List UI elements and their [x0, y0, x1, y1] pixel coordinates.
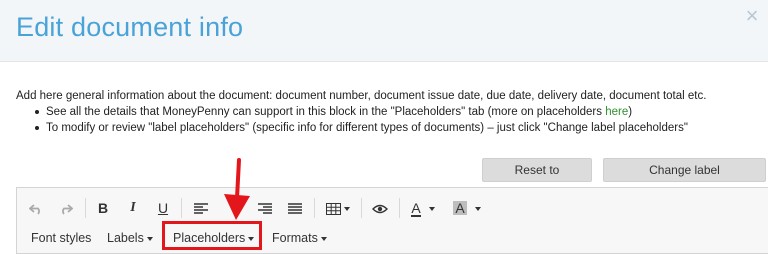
preview-eye-icon[interactable]: [369, 196, 391, 220]
menu-labels-label: Labels: [107, 231, 144, 245]
font-color-letter: A: [411, 200, 421, 217]
background-color-button[interactable]: A: [449, 196, 485, 220]
toolbar-divider: [85, 198, 86, 218]
dialog-header: Edit document info ×: [0, 0, 768, 62]
chevron-down-icon: [146, 236, 153, 241]
redo-icon[interactable]: [55, 196, 77, 220]
menu-font-styles-label: Font styles: [31, 231, 92, 245]
menu-font-styles[interactable]: Font styles: [31, 226, 91, 250]
toolbar-divider: [361, 198, 362, 218]
chevron-down-icon: [428, 207, 435, 212]
reset-to-defaults-button[interactable]: Reset to defaults: [482, 158, 592, 199]
rich-text-editor: B I U A A Font styles Labels Placeholder…: [16, 187, 768, 254]
intro-bullet-labels: To modify or review "label placeholders"…: [34, 120, 706, 136]
menu-formats-label: Formats: [272, 231, 318, 245]
font-color-button[interactable]: A: [405, 196, 441, 220]
intro-text: Add here general information about the d…: [16, 90, 707, 102]
align-justify-icon[interactable]: [285, 196, 305, 220]
undo-icon[interactable]: [25, 196, 47, 220]
toolbar-divider: [314, 198, 315, 218]
chevron-down-icon: [320, 236, 327, 241]
bullet-text-prefix: See all the details that MoneyPenny can …: [46, 106, 606, 118]
intro-bullet-placeholders: See all the details that MoneyPenny can …: [34, 104, 706, 120]
menu-formats[interactable]: Formats: [272, 226, 327, 250]
change-label-placeholders-button[interactable]: Change label placeholders: [603, 158, 766, 199]
intro-bullets: See all the details that MoneyPenny can …: [34, 104, 706, 136]
editor-toolbar: B I U A A: [17, 196, 768, 220]
chevron-down-icon: [248, 236, 255, 241]
chevron-down-icon: [474, 207, 481, 212]
bg-color-letter: A: [453, 200, 467, 216]
intro-block: Add here general information about the d…: [16, 88, 706, 136]
align-left-icon[interactable]: [191, 196, 211, 220]
editor-menu-bar: Font styles Labels Placeholders Formats: [17, 226, 768, 250]
table-icon[interactable]: [323, 196, 353, 220]
italic-button[interactable]: I: [123, 196, 143, 220]
underline-button[interactable]: U: [153, 196, 173, 220]
toolbar-divider: [399, 198, 400, 218]
close-icon[interactable]: ×: [742, 5, 762, 27]
placeholders-help-link[interactable]: here: [605, 106, 628, 118]
bold-button[interactable]: B: [93, 196, 113, 220]
menu-labels[interactable]: Labels: [107, 226, 153, 250]
menu-placeholders-label: Placeholders: [173, 231, 246, 245]
menu-placeholders[interactable]: Placeholders: [173, 226, 255, 250]
align-right-icon[interactable]: [255, 196, 275, 220]
dialog-title: Edit document info: [16, 12, 244, 42]
toolbar-divider: [181, 198, 182, 218]
chevron-down-icon: [344, 207, 350, 212]
bullet-text-suffix: ): [628, 106, 633, 118]
